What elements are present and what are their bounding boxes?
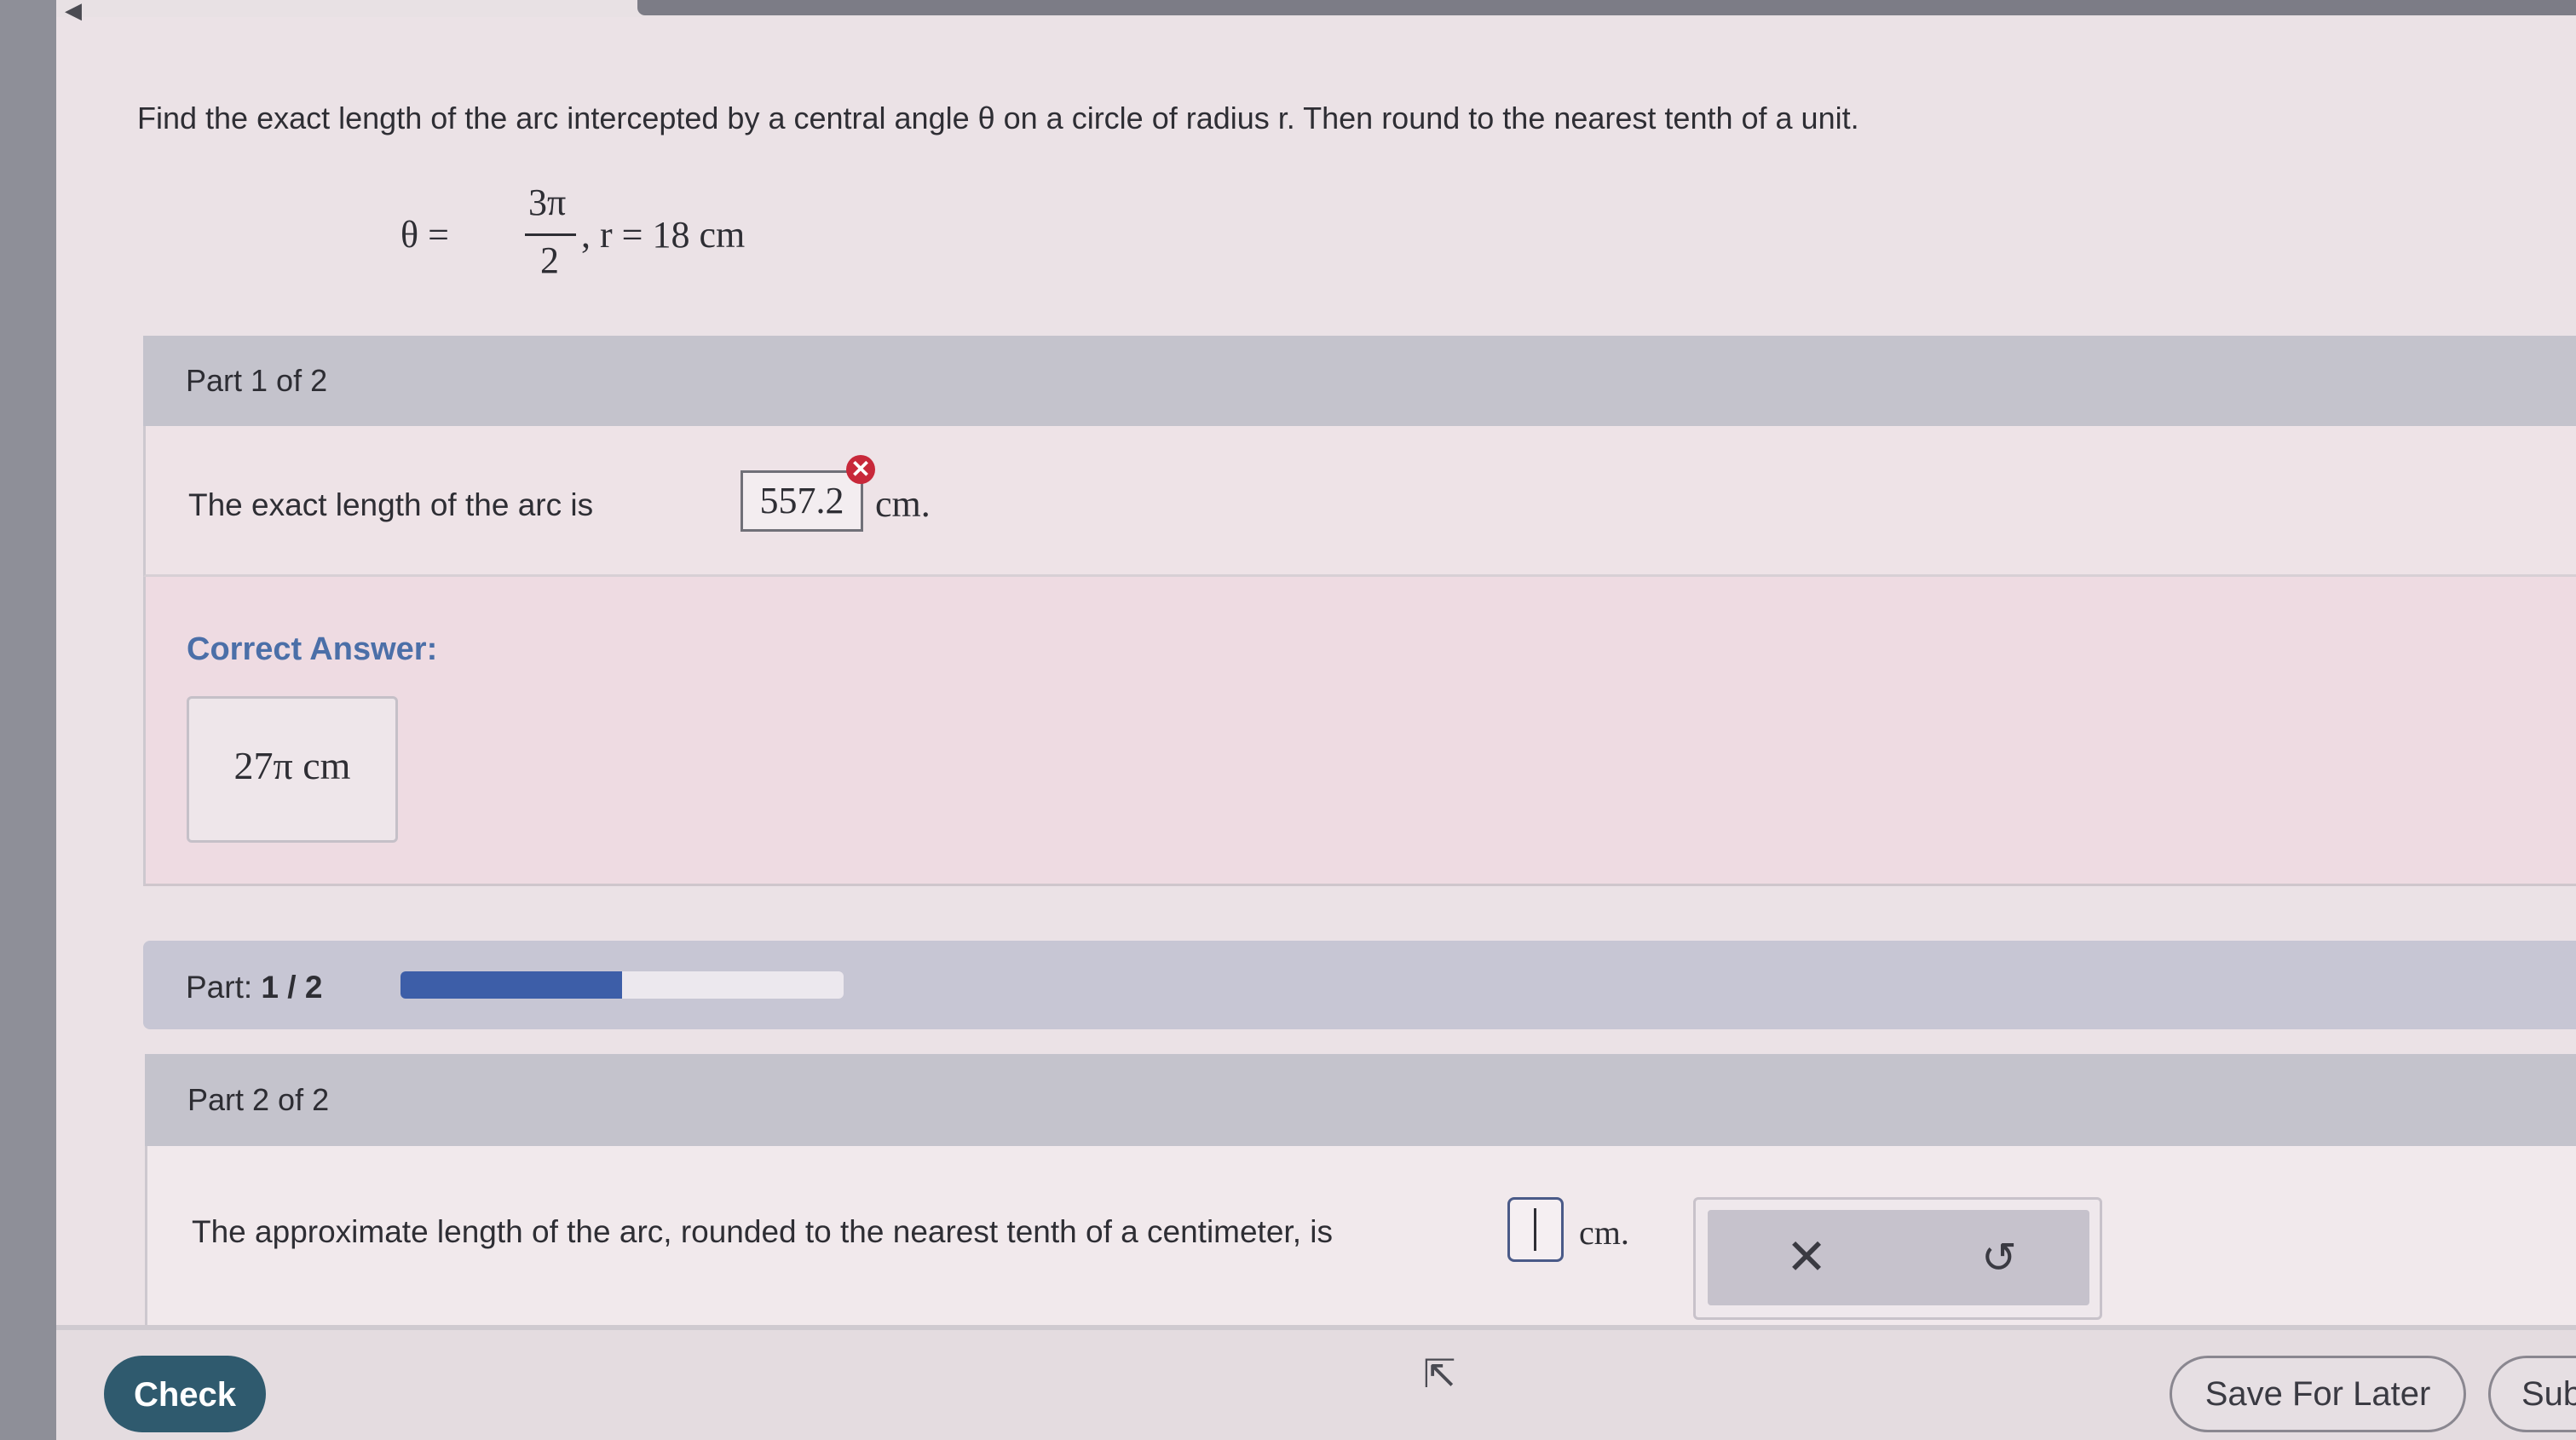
save-for-later-button[interactable]: Save For Later xyxy=(2170,1356,2466,1432)
progress-fill xyxy=(401,971,622,999)
formula-denominator: 2 xyxy=(540,239,559,281)
correct-answer-label: Correct Answer: xyxy=(187,631,438,667)
top-bar: ◀ xyxy=(56,0,2576,21)
answer-tools: ✕ ↺ xyxy=(1708,1210,2089,1305)
part2-answer-input[interactable] xyxy=(1507,1197,1564,1262)
formula-radius: , r = 18 cm xyxy=(581,214,746,256)
footer-bar: Check Save For Later Sub xyxy=(56,1325,2576,1440)
correct-answer-box: 27π cm xyxy=(187,696,398,843)
back-arrow-icon[interactable]: ◀ xyxy=(65,0,82,21)
undo-icon[interactable]: ↺ xyxy=(1968,1227,2030,1288)
part2-sentence: The approximate length of the arc, round… xyxy=(192,1214,1333,1249)
part1-title: Part 1 of 2 xyxy=(186,363,328,398)
question-text: Find the exact length of the arc interce… xyxy=(137,101,1859,135)
part1-body: The exact length of the arc is 557.2 ✕ c… xyxy=(143,426,2576,577)
fraction-bar xyxy=(525,233,576,236)
given-formula: θ = 3π 2 , r = 18 cm xyxy=(401,181,792,290)
clear-x-icon[interactable]: ✕ xyxy=(1776,1227,1837,1288)
text-cursor-icon xyxy=(1534,1208,1536,1251)
part-progress: Part: 1 / 2 xyxy=(143,941,2576,1029)
formula-numerator: 3π xyxy=(528,181,567,223)
progress-value: 1 / 2 xyxy=(261,970,323,1005)
part1-answer-input[interactable]: 557.2 xyxy=(741,470,863,532)
formula-lhs: θ = xyxy=(401,214,449,256)
horizontal-scrollbar[interactable] xyxy=(637,0,2576,15)
incorrect-x-icon: ✕ xyxy=(846,455,875,484)
correct-answer-value: 27π cm xyxy=(233,744,351,787)
part2-body: The approximate length of the arc, round… xyxy=(145,1146,2576,1325)
progress-track xyxy=(401,971,844,999)
progress-prefix: Part: xyxy=(186,970,253,1005)
part1-unit: cm. xyxy=(875,483,931,525)
part2-header: Part 2 of 2 xyxy=(145,1054,2576,1146)
answer-tools-panel: ✕ ↺ xyxy=(1693,1197,2102,1320)
submit-button[interactable]: Sub xyxy=(2488,1356,2576,1432)
correct-answer-section: Correct Answer: 27π cm xyxy=(143,577,2576,886)
part2-unit: cm. xyxy=(1579,1213,1629,1252)
progress-label: Part: 1 / 2 xyxy=(186,970,322,1005)
part2-title: Part 2 of 2 xyxy=(187,1082,330,1117)
question-page: ◀ Find the exact length of the arc inter… xyxy=(56,0,2576,1325)
part1-sentence: The exact length of the arc is xyxy=(188,487,594,522)
part1-header: Part 1 of 2 xyxy=(143,336,2576,426)
mouse-pointer-icon: ⇱ xyxy=(1423,1351,1456,1396)
check-button[interactable]: Check xyxy=(104,1356,266,1432)
